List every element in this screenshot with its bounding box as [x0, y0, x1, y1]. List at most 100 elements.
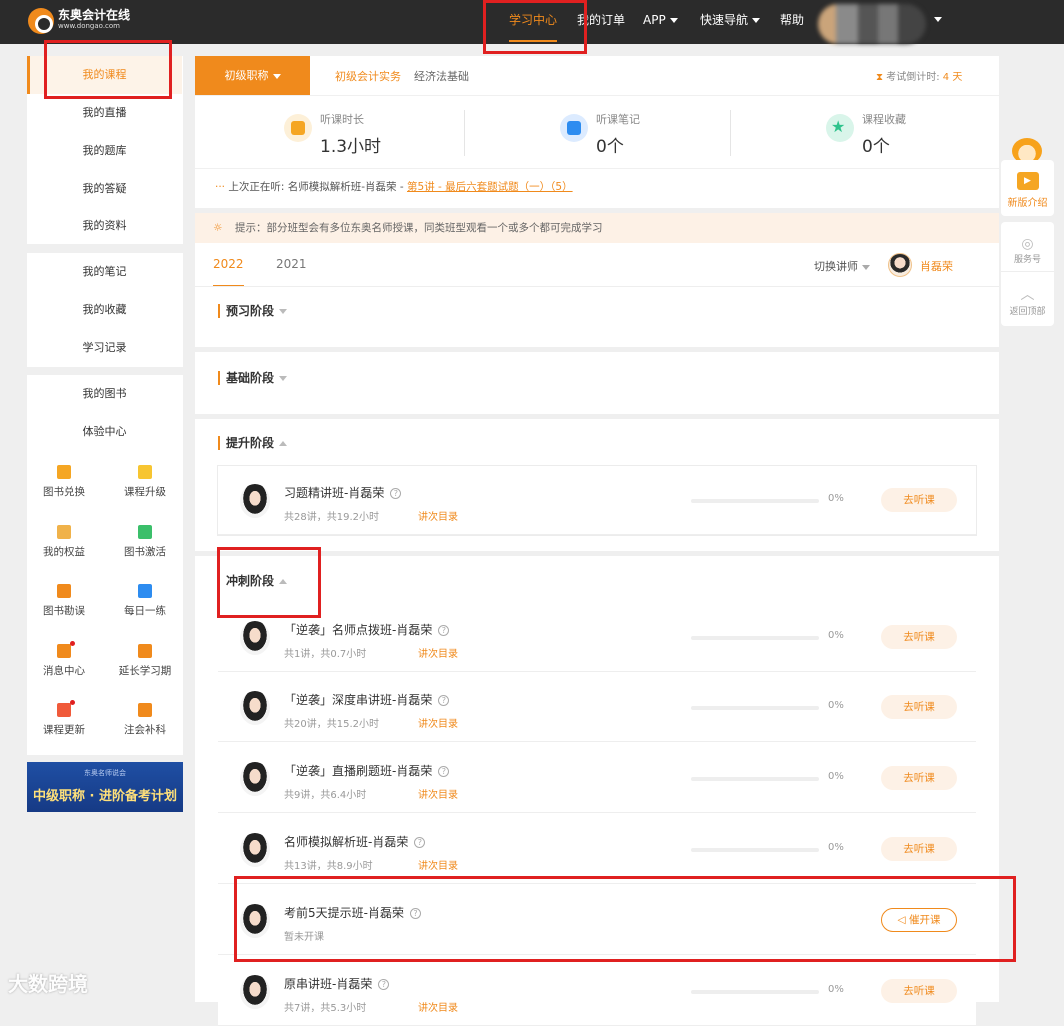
- brand-url: www.dongao.com: [58, 22, 120, 30]
- tool-crown[interactable]: 我的权益: [34, 524, 94, 559]
- teacher-avatar: [240, 762, 270, 796]
- tab-junior-title[interactable]: 初级职称: [195, 56, 310, 95]
- sidebar-item-my-favorites[interactable]: 我的收藏: [27, 291, 182, 329]
- sidebar-item-my-notes[interactable]: 我的笔记: [27, 253, 182, 291]
- tool-book-errata[interactable]: 图书勘误: [34, 584, 94, 618]
- help-icon[interactable]: ?: [409, 908, 421, 919]
- tool-daily-practice[interactable]: 每日一练: [115, 584, 175, 618]
- lecture-directory-link[interactable]: 讲次目录: [418, 645, 458, 660]
- brand-logo[interactable]: 东奥会计在线 www.dongao.com: [28, 8, 130, 34]
- chevron-down-icon: [669, 18, 678, 23]
- tool-briefcase[interactable]: 注会补科: [115, 703, 175, 737]
- tab-junior-label: 初级职称: [224, 69, 269, 82]
- course-title-text: 原串讲班-肖磊荣: [284, 977, 373, 991]
- course-title[interactable]: 习题精讲班-肖磊荣?: [284, 484, 402, 501]
- course-title-text: 习题精讲班-肖磊荣: [284, 486, 385, 500]
- sidebar-item-study-record[interactable]: 学习记录: [27, 329, 182, 367]
- stat-label: 课程收藏: [862, 113, 906, 126]
- sidebar-item-my-materials[interactable]: 我的资料: [27, 208, 182, 244]
- new-version-intro[interactable]: ▶ 新版介绍: [1001, 160, 1054, 216]
- tab-accounting-practice[interactable]: 初级会计实务: [335, 68, 401, 84]
- nav-help[interactable]: 帮助: [780, 0, 804, 44]
- divider: [195, 168, 999, 169]
- section-title-preview[interactable]: 预习阶段: [218, 304, 288, 318]
- course-card: 原串讲班-肖磊荣? 共7讲，共5.3小时 讲次目录 0% 去听课: [218, 957, 976, 1026]
- nav-study-center[interactable]: 学习中心: [509, 0, 558, 44]
- section-title-improve[interactable]: 提升阶段: [218, 436, 288, 450]
- lecture-directory-link[interactable]: 讲次目录: [418, 715, 458, 730]
- go-listen-button[interactable]: 去听课: [881, 837, 957, 861]
- lecture-directory-link[interactable]: 讲次目录: [418, 857, 458, 872]
- help-icon[interactable]: ?: [438, 625, 450, 636]
- teacher-name[interactable]: 肖磊荣: [920, 258, 953, 274]
- stat-label: 听课笔记: [596, 113, 640, 126]
- wechat-icon: ◎: [1021, 236, 1034, 252]
- tool-bell[interactable]: 消息中心: [34, 640, 94, 678]
- sidebar-item-experience[interactable]: 体验中心: [27, 413, 182, 451]
- lecture-directory-link[interactable]: 讲次目录: [418, 508, 458, 523]
- section-label: 基础阶段: [226, 371, 275, 385]
- sidebar-item-my-questions[interactable]: 我的题库: [27, 132, 182, 170]
- last-watch-link[interactable]: 第5讲 - 最后六套题试题（一）（5）: [407, 181, 573, 193]
- sidebar-item-my-live[interactable]: 我的直播: [27, 94, 182, 132]
- user-avatar[interactable]: [818, 4, 926, 44]
- progress-percent: 0%: [828, 771, 844, 782]
- tool-play[interactable]: 课程更新: [34, 700, 94, 737]
- go-listen-button[interactable]: 去听课: [881, 979, 957, 1003]
- go-listen-button[interactable]: 去听课: [881, 766, 957, 790]
- sidebar-item-my-qa[interactable]: 我的答疑: [27, 170, 182, 208]
- user-menu-chevron-icon[interactable]: [934, 17, 942, 22]
- lecture-directory-link[interactable]: 讲次目录: [418, 999, 458, 1014]
- tool-book-activate[interactable]: 图书激活: [115, 524, 175, 559]
- tool-upgrade[interactable]: 课程升级: [115, 465, 175, 499]
- teacher-avatar[interactable]: [888, 253, 912, 277]
- course-title[interactable]: 「逆袭」名师点拨班-肖磊荣?: [284, 621, 450, 638]
- course-title[interactable]: 原串讲班-肖磊荣?: [284, 975, 390, 992]
- tab-year-2021[interactable]: 2021: [276, 257, 307, 271]
- nav-my-orders[interactable]: 我的订单: [577, 0, 625, 44]
- tab-economic-law[interactable]: 经济法基础: [414, 68, 469, 84]
- go-listen-button[interactable]: 去听课: [881, 625, 957, 649]
- service-label: 服务号: [1013, 255, 1041, 265]
- tool-label: 我的权益: [43, 545, 85, 558]
- tool-calendar[interactable]: 延长学习期: [115, 643, 175, 678]
- tip-text: 提示：部分班型会有多位东奥名师授课，同类班型观看一个或多个都可完成学习: [235, 222, 603, 234]
- unread-dot: [70, 700, 75, 705]
- nav-quick-nav[interactable]: 快速导航: [700, 0, 761, 44]
- tab-year-2022[interactable]: 2022: [213, 257, 244, 287]
- progress-bar: [691, 499, 819, 503]
- teacher-avatar: [240, 484, 270, 518]
- course-meta: 共1讲，共0.7小时: [284, 649, 367, 660]
- course-title[interactable]: 「逆袭」深度串讲班-肖磊荣?: [284, 691, 450, 708]
- go-listen-button[interactable]: 去听课: [881, 695, 957, 719]
- service-account[interactable]: ◎ 服务号: [1001, 222, 1054, 272]
- promo-banner[interactable]: 东奥名师说会 中级职称 · 进阶备考计划: [27, 762, 183, 812]
- course-title[interactable]: 考前5天提示班-肖磊荣?: [284, 904, 421, 921]
- sidebar-item-my-books[interactable]: 我的图书: [27, 375, 182, 413]
- nav-app[interactable]: APP: [643, 0, 678, 44]
- remind-open-button[interactable]: ◁ 催开课: [881, 908, 957, 932]
- help-icon[interactable]: ?: [390, 488, 402, 499]
- course-title-text: 考前5天提示班-肖磊荣: [284, 906, 404, 920]
- course-title[interactable]: 名师模拟解析班-肖磊荣?: [284, 833, 426, 850]
- help-icon[interactable]: ?: [414, 837, 426, 848]
- course-title-text: 「逆袭」直播刷题班-肖磊荣: [284, 764, 433, 778]
- help-icon[interactable]: ?: [438, 695, 450, 706]
- lecture-directory-link[interactable]: 讲次目录: [418, 786, 458, 801]
- go-listen-button[interactable]: 去听课: [881, 488, 957, 512]
- back-to-top[interactable]: ︿ 返回顶部: [1001, 272, 1054, 322]
- last-watch: ··· 上次正在听: 名师模拟解析班-肖磊荣 - 第5讲 - 最后六套题试题（一…: [215, 179, 573, 194]
- help-icon[interactable]: ?: [438, 766, 450, 777]
- divider: [464, 110, 465, 156]
- tool-exchange[interactable]: 图书兑换: [34, 465, 94, 499]
- course-title[interactable]: 「逆袭」直播刷题班-肖磊荣?: [284, 762, 450, 779]
- tool-label: 每日一练: [124, 605, 166, 617]
- chevron-down-icon: [752, 18, 761, 23]
- switch-teacher[interactable]: 切换讲师: [814, 258, 870, 274]
- section-title-sprint[interactable]: 冲刺阶段: [218, 574, 288, 588]
- sidebar-item-my-courses[interactable]: 我的课程: [27, 56, 182, 94]
- section-title-basic[interactable]: 基础阶段: [218, 371, 288, 385]
- dots-icon: ···: [215, 181, 226, 193]
- help-icon[interactable]: ?: [378, 979, 390, 990]
- chevron-up-icon: ︿: [1020, 287, 1035, 303]
